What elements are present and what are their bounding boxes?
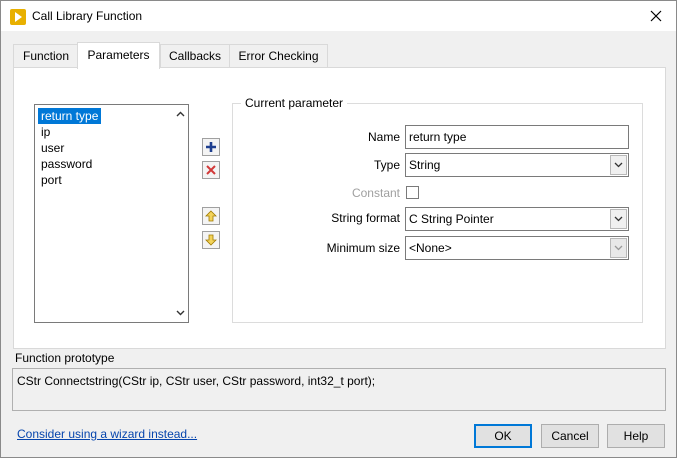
minimum-size-dropdown-button[interactable]: [610, 238, 627, 258]
chevron-down-icon: [614, 162, 623, 168]
string-format-value: C String Pointer: [409, 212, 494, 226]
function-prototype-label: Function prototype: [15, 351, 115, 365]
string-format-select[interactable]: C String Pointer: [405, 207, 629, 231]
name-field[interactable]: return type: [405, 125, 629, 149]
labview-run-arrow-icon: [10, 9, 26, 25]
scroll-down-button[interactable]: [174, 307, 186, 319]
delete-parameter-button[interactable]: [202, 161, 220, 179]
close-button[interactable]: [636, 1, 676, 31]
list-item[interactable]: ip: [38, 124, 53, 140]
parameters-panel: return type ip user password port Curren…: [13, 67, 666, 349]
tab-function[interactable]: Function: [13, 44, 79, 68]
add-parameter-button[interactable]: [202, 138, 220, 156]
call-library-function-dialog: Call Library Function Function Parameter…: [0, 0, 677, 458]
list-item[interactable]: return type: [38, 108, 102, 124]
string-format-label: String format: [331, 211, 400, 225]
type-select[interactable]: String: [405, 153, 629, 177]
cancel-button[interactable]: Cancel: [541, 424, 599, 448]
list-item[interactable]: password: [38, 156, 95, 172]
ok-button[interactable]: OK: [474, 424, 532, 448]
chevron-down-icon: [176, 310, 184, 316]
chevron-down-icon: [614, 245, 623, 251]
chevron-up-icon: [176, 111, 184, 117]
constant-label: Constant: [351, 186, 400, 200]
tab-parameters[interactable]: Parameters: [77, 42, 160, 69]
type-value: String: [409, 158, 441, 172]
type-dropdown-button[interactable]: [610, 155, 627, 175]
help-button[interactable]: Help: [607, 424, 665, 448]
group-title: Current parameter: [241, 96, 348, 110]
scroll-up-button[interactable]: [174, 108, 186, 120]
parameters-listbox[interactable]: return type ip user password port: [34, 104, 189, 323]
tab-callbacks[interactable]: Callbacks: [160, 44, 230, 68]
move-down-icon: [205, 234, 217, 246]
wizard-link[interactable]: Consider using a wizard instead...: [17, 427, 197, 441]
function-prototype-text: CStr Connectstring(CStr ip, CStr user, C…: [12, 368, 666, 411]
name-label: Name: [367, 130, 400, 144]
tab-error-checking[interactable]: Error Checking: [229, 44, 328, 68]
title-bar: Call Library Function: [1, 1, 676, 31]
add-parameter-icon: [206, 142, 216, 152]
window-title: Call Library Function: [32, 9, 143, 23]
close-icon: [650, 10, 662, 22]
chevron-down-icon: [614, 216, 623, 222]
current-parameter-group: Current parameter Name return type Type …: [232, 96, 643, 323]
minimum-size-value: <None>: [409, 241, 452, 255]
minimum-size-select[interactable]: <None>: [405, 236, 629, 260]
move-down-button[interactable]: [202, 231, 220, 249]
move-up-button[interactable]: [202, 207, 220, 225]
delete-parameter-icon: [206, 165, 216, 175]
move-up-icon: [205, 210, 217, 222]
list-item[interactable]: user: [38, 140, 67, 156]
list-item[interactable]: port: [38, 172, 65, 188]
string-format-dropdown-button[interactable]: [610, 209, 627, 229]
type-label: Type: [373, 158, 400, 172]
minimum-size-label: Minimum size: [326, 241, 400, 255]
constant-checkbox[interactable]: [406, 186, 419, 199]
